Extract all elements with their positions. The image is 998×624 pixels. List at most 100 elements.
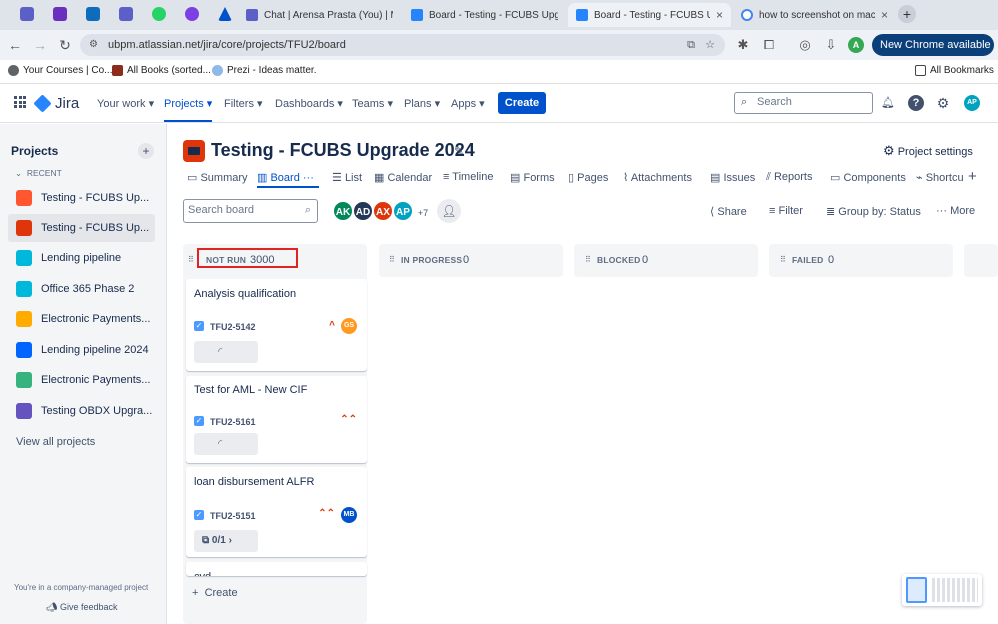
- settings-gear-icon[interactable]: ⚙: [935, 95, 951, 111]
- more-avatars-button[interactable]: +7: [412, 200, 434, 222]
- reload-icon[interactable]: ↻: [56, 36, 74, 54]
- tab-components[interactable]: ▭ Components: [830, 171, 906, 184]
- more-dots-icon[interactable]: ···: [303, 172, 314, 184]
- help-icon[interactable]: ?: [908, 95, 924, 111]
- pinned-tab-1[interactable]: [12, 3, 42, 25]
- view-all-projects-link[interactable]: View all projects: [16, 436, 95, 448]
- avatar-filter[interactable]: AX: [372, 200, 394, 222]
- sidebar-project-item[interactable]: Testing - FCUBS Up...: [8, 184, 155, 212]
- pinned-tab-6[interactable]: [177, 3, 207, 25]
- add-tab-icon[interactable]: +: [968, 168, 977, 185]
- tab-timeline[interactable]: ≡ Timeline: [443, 171, 493, 183]
- drag-handle-icon[interactable]: ⠿: [389, 255, 395, 264]
- sidebar-project-item[interactable]: Electronic Payments...: [8, 366, 155, 394]
- url-bar[interactable]: ⚙ ubpm.atlassian.net/jira/core/projects/…: [80, 34, 725, 56]
- issue-card[interactable]: loan disbursement ALFR ✓ TFU2-5151 ⌃⌃ MB…: [186, 467, 367, 557]
- nav-teams[interactable]: Teams ▾: [352, 97, 393, 110]
- sidebar-project-item[interactable]: Office 365 Phase 2: [8, 275, 155, 303]
- new-chrome-available-button[interactable]: New Chrome available: [872, 34, 994, 56]
- give-feedback-link[interactable]: 📣︎ Give feedback: [46, 602, 118, 613]
- nav-plans[interactable]: Plans ▾: [404, 97, 440, 110]
- nav-filters[interactable]: Filters ▾: [224, 97, 263, 110]
- drag-handle-icon[interactable]: ⠿: [188, 255, 194, 264]
- tab-attachments[interactable]: ⌇ Attachments: [623, 171, 692, 184]
- recent-section-toggle[interactable]: ⌄ RECENT: [15, 168, 62, 179]
- pinned-tab-5[interactable]: [144, 3, 174, 25]
- nav-your-work[interactable]: Your work ▾: [97, 97, 154, 110]
- profile-avatar[interactable]: A: [848, 37, 864, 53]
- close-icon[interactable]: ×: [716, 8, 723, 22]
- sidebar-project-item[interactable]: Electronic Payments...: [8, 305, 155, 333]
- filter-button[interactable]: ≡ Filter: [769, 205, 803, 217]
- extension-gear-icon[interactable]: ✱: [735, 37, 751, 53]
- issue-card[interactable]: Test for AML - New CIF ✓ TFU2-5161 ⌃⌃ ◜: [186, 376, 367, 463]
- avatar-filter[interactable]: AD: [352, 200, 374, 222]
- minimap-viewport[interactable]: [906, 577, 927, 603]
- tab-pages[interactable]: ▯ Pages: [568, 171, 608, 184]
- issue-card[interactable]: Analysis qualification ✓ TFU2-5142 ^ GS …: [186, 279, 367, 371]
- notifications-icon[interactable]: 🔔︎: [880, 95, 896, 111]
- pinned-tab-2[interactable]: [45, 3, 75, 25]
- pinned-tab-4[interactable]: [111, 3, 141, 25]
- issue-key[interactable]: TFU2-5142: [210, 322, 256, 332]
- sidebar-project-item-selected[interactable]: Testing - FCUBS Up...: [8, 214, 155, 242]
- project-settings-button[interactable]: ⚙ Project settings: [883, 143, 973, 159]
- new-tab-button[interactable]: +: [898, 5, 916, 23]
- issue-key[interactable]: TFU2-5161: [210, 417, 256, 427]
- board-search-input[interactable]: Search board ⌕: [183, 199, 318, 223]
- pinned-tab-7[interactable]: [210, 3, 240, 25]
- tab-list[interactable]: ☰ List: [332, 171, 362, 184]
- browser-tab-4[interactable]: how to screenshot on macbo ×: [733, 3, 896, 27]
- download-icon[interactable]: ⇩: [823, 37, 839, 53]
- browser-tab-3[interactable]: Board - Testing - FCUBS Upg ×: [568, 3, 731, 27]
- issue-card-partial[interactable]: cvd: [186, 562, 367, 576]
- edit-project-icon[interactable]: ✎: [454, 144, 464, 158]
- all-bookmarks-button[interactable]: All Bookmarks: [915, 65, 994, 76]
- sync-icon[interactable]: ◎: [797, 37, 813, 53]
- close-icon[interactable]: ×: [881, 8, 888, 22]
- assignee-avatar[interactable]: GS: [341, 318, 357, 334]
- issue-key[interactable]: TFU2-5151: [210, 511, 256, 521]
- site-info-icon[interactable]: ⚙: [89, 34, 98, 56]
- extensions-puzzle-icon[interactable]: ⧠: [761, 37, 777, 53]
- subtasks-button[interactable]: ⧉ 0/1 ›: [194, 530, 258, 552]
- tab-calendar[interactable]: ▦ Calendar: [374, 171, 432, 184]
- add-people-icon[interactable]: 👤︎: [437, 199, 461, 223]
- create-button[interactable]: Create: [498, 92, 546, 114]
- add-project-button[interactable]: +: [138, 143, 154, 159]
- avatar-filter[interactable]: AK: [332, 200, 354, 222]
- forward-icon[interactable]: →: [31, 36, 49, 54]
- tab-shortcuts[interactable]: ⌁ Shortcu: [916, 171, 968, 184]
- nav-apps[interactable]: Apps ▾: [451, 97, 485, 110]
- create-issue-button[interactable]: + Create: [192, 587, 238, 599]
- sidebar-project-item[interactable]: Testing OBDX Upgra...: [8, 397, 155, 425]
- back-icon[interactable]: ←: [6, 36, 24, 54]
- drag-handle-icon[interactable]: ⠿: [585, 255, 591, 264]
- bookmark-star-icon[interactable]: ☆: [705, 34, 715, 56]
- sidebar-project-item[interactable]: Lending pipeline 2024: [8, 336, 155, 364]
- tab-summary[interactable]: ▭ Summary: [187, 171, 248, 184]
- jira-logo[interactable]: Jira: [33, 94, 79, 113]
- global-search-input[interactable]: ⌕ Search: [734, 92, 873, 114]
- nav-dashboards[interactable]: Dashboards ▾: [275, 97, 343, 110]
- share-button[interactable]: ⟨ Share: [710, 205, 747, 218]
- tab-issues[interactable]: ▤ Issues: [710, 171, 755, 184]
- browser-tab-2[interactable]: Board - Testing - FCUBS Upg: [403, 3, 566, 27]
- avatar-filter[interactable]: AP: [392, 200, 414, 222]
- more-button[interactable]: ··· More: [936, 205, 975, 217]
- pinned-tab-3[interactable]: [78, 3, 108, 25]
- app-switcher-icon[interactable]: [14, 96, 26, 108]
- bookmark-item[interactable]: All Books (sorted...: [112, 65, 211, 76]
- tab-board[interactable]: ▥ Board ···: [257, 171, 314, 184]
- assignee-avatar[interactable]: MB: [341, 507, 357, 523]
- bookmark-item[interactable]: Your Courses | Co...: [8, 65, 113, 76]
- sidebar-project-item[interactable]: Lending pipeline: [8, 244, 155, 272]
- nav-projects[interactable]: Projects ▾: [164, 97, 212, 110]
- browser-tab-1[interactable]: Chat | Arensa Prasta (You) | M: [238, 3, 401, 27]
- user-avatar[interactable]: AP: [964, 95, 980, 111]
- tab-reports[interactable]: ⫽ Reports: [766, 171, 813, 184]
- group-by-button[interactable]: ≣ Group by: Status: [826, 205, 921, 218]
- bookmark-item[interactable]: Prezi - Ideas matter.: [212, 65, 316, 76]
- drag-handle-icon[interactable]: ⠿: [780, 255, 786, 264]
- board-minimap[interactable]: [902, 574, 982, 606]
